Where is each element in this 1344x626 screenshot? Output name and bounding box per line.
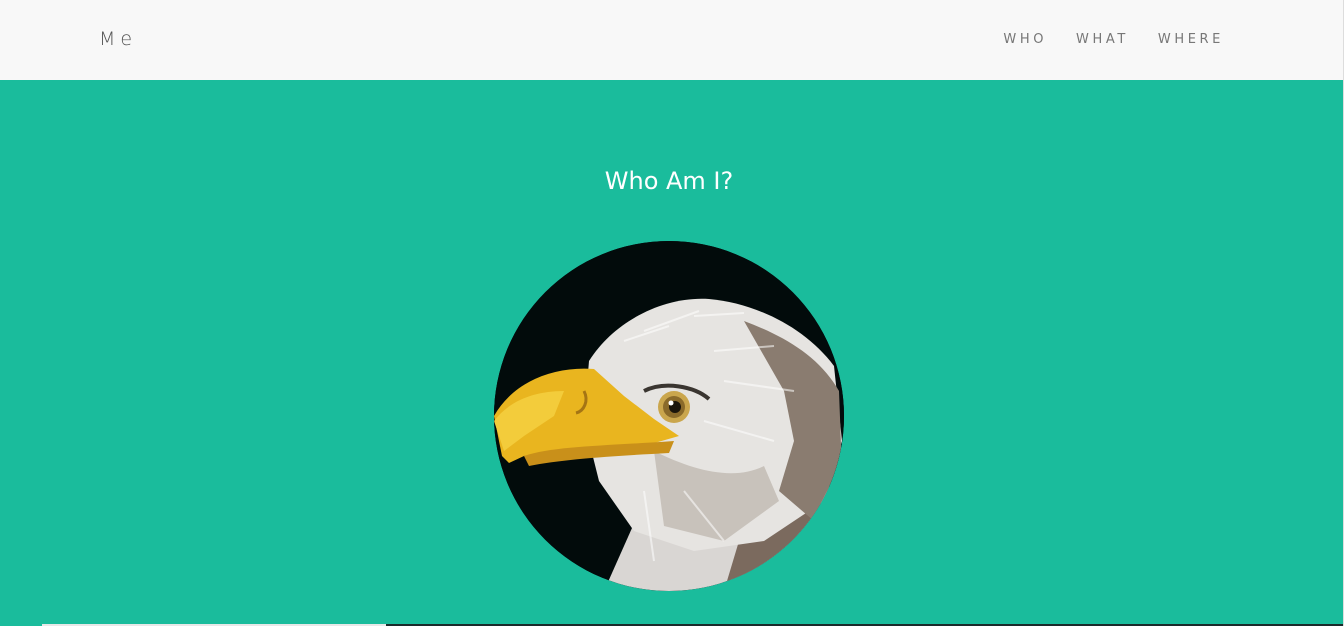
nav-links: WHO WHAT WHERE <box>974 32 1224 47</box>
brand-link[interactable]: Me <box>99 28 137 50</box>
nav-link-who[interactable]: WHO <box>1003 32 1047 47</box>
nav-link-what[interactable]: WHAT <box>1076 32 1129 47</box>
eagle-image <box>494 241 844 591</box>
nav-link-where[interactable]: WHERE <box>1158 32 1224 47</box>
top-navbar: Me WHO WHAT WHERE <box>0 0 1344 80</box>
hero-title: Who Am I? <box>604 167 734 195</box>
avatar <box>494 241 844 591</box>
hero-section: Who Am I? <box>0 80 1343 626</box>
